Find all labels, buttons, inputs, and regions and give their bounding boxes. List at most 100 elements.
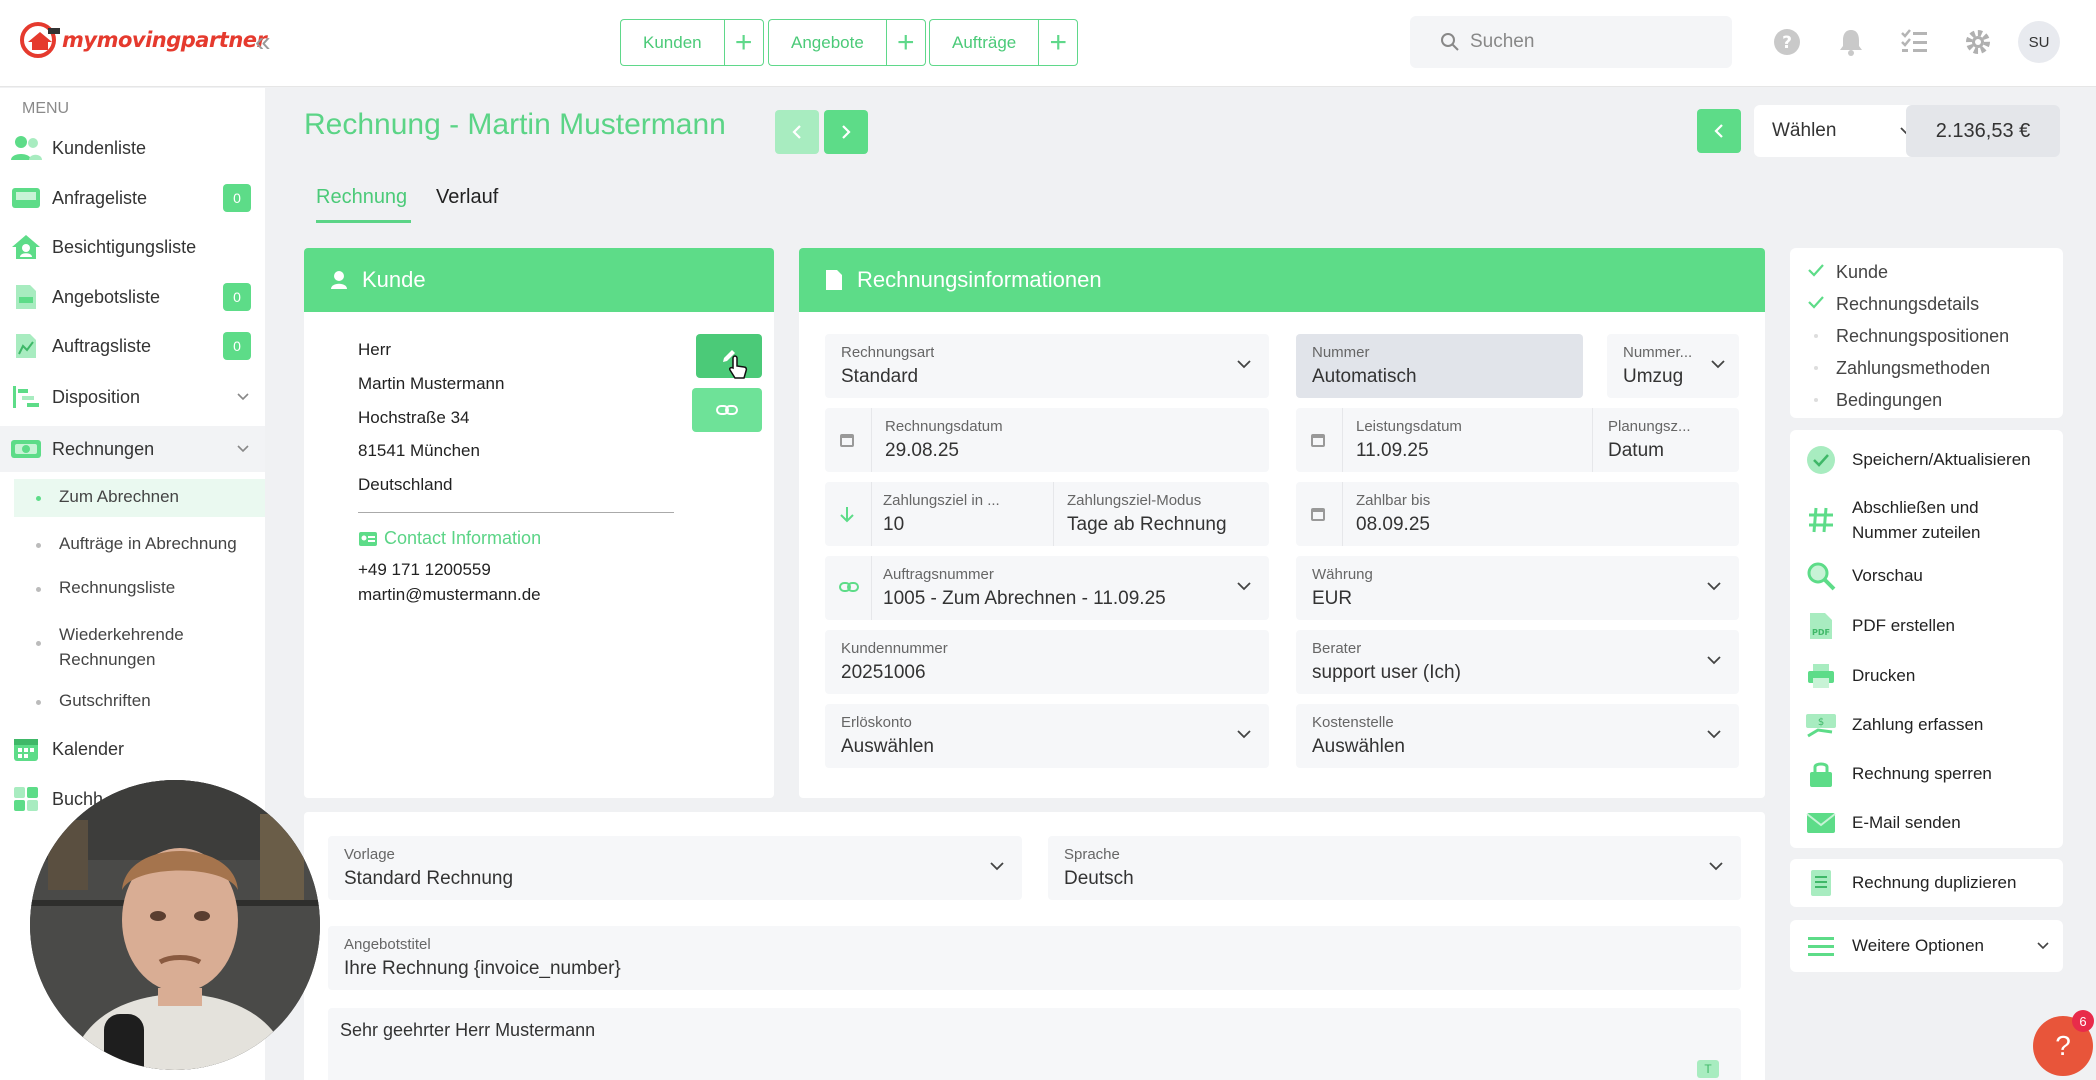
nummernkreis-select[interactable]: Nummer... Umzug: [1607, 334, 1739, 398]
vorlage-select[interactable]: Vorlage Standard Rechnung: [328, 836, 1022, 900]
auftragsnummer-select[interactable]: Auftragsnummer 1005 - Zum Abrechnen - 11…: [825, 556, 1269, 620]
document-offer-icon: [16, 285, 36, 309]
kunde-name: Martin Mustermann: [358, 374, 505, 393]
search-input[interactable]: Suchen: [1410, 16, 1732, 68]
sidebar-item-kalender[interactable]: Kalender: [0, 726, 265, 772]
zahlungsziel-modus-value[interactable]: Tage ab Rechnung: [1067, 514, 1227, 536]
duplicate-invoice-button[interactable]: Rechnung duplizieren: [1790, 859, 2063, 907]
sidebar-sub-auftraege-in-abrechnung[interactable]: Aufträge in Abrechnung: [14, 528, 265, 564]
action-label: Speichern/Aktualisieren: [1852, 450, 2031, 469]
kunde-city: 81541 München: [358, 441, 480, 460]
record-payment-button[interactable]: $ Zahlung erfassen: [1790, 707, 2063, 743]
edit-kunde-button[interactable]: [696, 334, 762, 379]
menu-title: MENU: [22, 100, 70, 117]
sidebar-sub-wiederkehrende-rechnungen[interactable]: Wiederkehrende Rechnungen: [14, 616, 265, 676]
prev-record-button[interactable]: [775, 110, 819, 154]
planung-value[interactable]: Datum: [1608, 440, 1664, 462]
sidebar-item-label: Kalender: [52, 738, 125, 759]
sidebar-item-kundenliste[interactable]: Kundenliste: [0, 125, 265, 171]
notifications-bell-icon[interactable]: [1838, 28, 1864, 56]
tab-rechnung[interactable]: Rechnung: [316, 186, 407, 209]
angebot-count-badge: 0: [223, 283, 251, 311]
chevron-down-icon: [237, 393, 249, 401]
sidebar-sub-zum-abrechnen[interactable]: Zum Abrechnen: [14, 479, 265, 517]
field-value: 29.08.25: [885, 440, 959, 461]
angebotstitel-input[interactable]: Angebotstitel Ihre Rechnung {invoice_num…: [328, 926, 1741, 990]
send-email-button[interactable]: E-Mail senden: [1790, 805, 2063, 841]
field-value: 08.09.25: [1356, 514, 1430, 535]
back-button[interactable]: [1697, 109, 1741, 153]
link-kunde-button[interactable]: [692, 388, 762, 432]
kunde-street: Hochstraße 34: [358, 408, 470, 427]
topnav-angebote-button[interactable]: Angebote: [768, 19, 886, 66]
lock-invoice-button[interactable]: Rechnung sperren: [1790, 756, 2063, 792]
brand-logo[interactable]: mymovingpartner: [18, 20, 267, 60]
topnav-auftraege-button[interactable]: Aufträge: [929, 19, 1039, 66]
save-update-button[interactable]: Speichern/Aktualisieren: [1790, 442, 2063, 478]
document-chart-icon: [16, 334, 36, 358]
settings-gear-icon[interactable]: [1964, 28, 1992, 56]
sidebar-sub-gutschriften[interactable]: Gutschriften: [14, 685, 265, 721]
gantt-icon: [13, 386, 39, 408]
step-zahlungsmethoden[interactable]: Zahlungsmethoden: [1836, 358, 1990, 379]
check-icon: [1808, 264, 1824, 277]
kostenstelle-select[interactable]: Kostenstelle Auswählen: [1296, 704, 1739, 768]
print-button[interactable]: Drucken: [1790, 658, 2063, 694]
task-list-icon[interactable]: [1900, 28, 1928, 54]
check-icon: [1808, 296, 1824, 309]
add-auftrag-plus-icon[interactable]: +: [1038, 19, 1079, 66]
field-label: Nummer...: [1623, 344, 1693, 361]
sidebar-item-anfrageliste[interactable]: Anfrageliste 0: [0, 175, 265, 221]
preview-button[interactable]: Vorschau: [1790, 558, 2063, 594]
sidebar-item-angebotsliste[interactable]: Angebotsliste 0: [0, 274, 265, 320]
select-dropdown[interactable]: Wählen: [1754, 105, 1930, 157]
magnifier-icon: [1807, 562, 1836, 591]
sidebar-sub-rechnungsliste[interactable]: Rechnungsliste: [14, 572, 265, 608]
logo-icon: [20, 22, 60, 58]
next-record-button[interactable]: [824, 110, 868, 154]
help-icon[interactable]: ?: [1773, 28, 1801, 56]
action-label: Vorschau: [1852, 566, 1923, 585]
step-bedingungen[interactable]: Bedingungen: [1836, 390, 1942, 411]
step-rechnungspositionen[interactable]: Rechnungspositionen: [1836, 326, 2009, 347]
kunde-email[interactable]: martin@mustermann.de: [358, 585, 541, 605]
list-document-icon: [1811, 870, 1831, 896]
sprache-select[interactable]: Sprache Deutsch: [1048, 836, 1741, 900]
zahlungsziel-field[interactable]: Zahlungsziel in ... 10 Zahlungsziel-Modu…: [825, 482, 1269, 546]
kunde-phone[interactable]: +49 171 1200559: [358, 560, 491, 580]
step-kunde[interactable]: Kunde: [1836, 262, 1888, 283]
add-kunde-plus-icon[interactable]: +: [723, 19, 764, 66]
berater-select[interactable]: Berater support user (Ich): [1296, 630, 1739, 694]
tab-verlauf[interactable]: Verlauf: [436, 186, 498, 209]
chevron-down-icon: [1707, 730, 1721, 739]
calendar-icon: [1311, 434, 1325, 447]
topnav-kunden-button[interactable]: Kunden: [620, 19, 724, 66]
rechnungsart-select[interactable]: Rechnungsart Standard: [825, 334, 1269, 398]
sidebar-item-rechnungen[interactable]: Rechnungen: [0, 426, 265, 472]
text-format-icon[interactable]: T: [1697, 1060, 1719, 1078]
chevron-down-icon: [237, 445, 249, 453]
anrede-textarea[interactable]: Sehr geehrter Herr Mustermann T: [328, 1008, 1741, 1080]
rechnungsdatum-field[interactable]: Rechnungsdatum 29.08.25: [825, 408, 1269, 472]
add-angebot-plus-icon[interactable]: +: [885, 19, 926, 66]
more-options-dropdown[interactable]: Weitere Optionen: [1790, 920, 2063, 972]
sidebar-item-label: Kundenliste: [52, 137, 147, 158]
finalize-number-button[interactable]: Abschließen und Nummer zuteilen: [1790, 492, 2063, 548]
field-value: Ihre Rechnung {invoice_number}: [344, 958, 621, 979]
zahlbar-bis-field[interactable]: Zahlbar bis 08.09.25: [1296, 482, 1739, 546]
sidebar-item-label: Angebotsliste: [52, 286, 161, 307]
chevron-right-icon: [842, 125, 851, 139]
create-pdf-button[interactable]: PDF PDF erstellen: [1790, 608, 2063, 644]
leistungsdatum-field[interactable]: Leistungsdatum 11.09.25 Planungsz... Dat…: [1296, 408, 1739, 472]
step-rechnungsdetails[interactable]: Rechnungsdetails: [1836, 294, 1979, 315]
sidebar-item-disposition[interactable]: Disposition: [0, 374, 265, 420]
waehrung-select[interactable]: Währung EUR: [1296, 556, 1739, 620]
kundennummer-field[interactable]: Kundennummer 20251006: [825, 630, 1269, 694]
sidebar-item-besichtigungsliste[interactable]: Besichtigungsliste: [0, 224, 265, 270]
sidebar-item-auftragsliste[interactable]: Auftragsliste 0: [0, 323, 265, 369]
erloeskonto-select[interactable]: Erlöskonto Auswählen: [825, 704, 1269, 768]
field-value: 11.09.25: [1356, 440, 1429, 461]
collapse-sidebar-icon[interactable]: «: [255, 28, 271, 56]
user-avatar[interactable]: SU: [2018, 21, 2060, 63]
sidebar-sub-label: Rechnungsliste: [59, 578, 176, 597]
